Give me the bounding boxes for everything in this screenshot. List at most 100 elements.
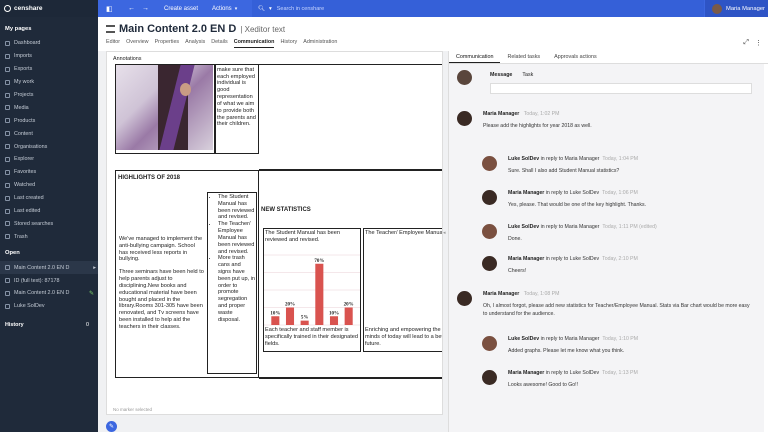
highlights-heading: HIGHLIGHTS OF 2018: [118, 175, 181, 181]
tab-history[interactable]: History: [280, 39, 297, 48]
highlights-body: We've managed to implement the anti-bull…: [119, 236, 203, 263]
history-section[interactable]: History 0: [0, 313, 98, 337]
communication-panel: Communication Related tasks Approvals acti…: [448, 51, 768, 432]
message-item: Maria Manager Today, 1:08 PM Oh, I almost…: [457, 291, 754, 319]
tab-editor[interactable]: Editor: [106, 39, 120, 48]
tab-analysis[interactable]: Analysis: [185, 39, 205, 48]
create-asset-button[interactable]: Create asset: [164, 0, 198, 17]
sidebar-item-projects[interactable]: Projects: [0, 89, 98, 102]
sidebar-item-content[interactable]: Content: [0, 127, 98, 140]
tab-details[interactable]: Details: [211, 39, 227, 48]
last-created-icon: [5, 195, 10, 201]
sidebar-item-trash[interactable]: Trash: [0, 230, 98, 243]
compose-avatar-row: [457, 70, 472, 85]
watched-icon: [5, 182, 10, 188]
stat1-caption: The Student Manual has been reviewed and…: [265, 230, 340, 243]
sidebar-item-last-created[interactable]: Last created: [0, 192, 98, 205]
last-edited-icon: [5, 208, 10, 214]
sidebar-item-label: Favorites: [14, 169, 37, 176]
panel-tab-related-tasks[interactable]: Related tasks: [500, 51, 547, 63]
censhare-logo[interactable]: censhare: [0, 0, 98, 17]
open-item-label: Main Content 2.0 EN D: [14, 264, 70, 271]
manual-bullet-item: The Teacher/ Employee Manual has been re…: [218, 221, 255, 255]
open-item-label: Main Content 2.0 EN D: [14, 290, 70, 297]
sidebar-item-stored-searches[interactable]: Stored searches: [0, 217, 98, 230]
sidebar-item-imports[interactable]: Imports: [0, 50, 98, 63]
sidebar-item-dashboard[interactable]: Dashboard: [0, 37, 98, 50]
header-tools: ⤢ ⋮: [743, 39, 762, 47]
message-tab[interactable]: Message: [490, 72, 512, 78]
dashboard-icon: [5, 40, 10, 46]
more-options-icon[interactable]: ⋮: [755, 39, 762, 47]
author-avatar: [482, 156, 497, 171]
compose-box: Message Task: [490, 72, 752, 102]
empty-cell-top: [259, 64, 442, 170]
message-time: Today, 1:08 PM: [523, 291, 560, 297]
sidebar-item-media[interactable]: Media: [0, 101, 98, 114]
sidebar-item-explorer[interactable]: Explorer: [0, 153, 98, 166]
task-tab[interactable]: Task: [522, 72, 533, 78]
open-item-main-content[interactable]: Main Content 2.0 EN D ▸: [0, 261, 98, 275]
message-item: Luke SolDev in reply to Maria Manager Tod…: [482, 156, 754, 176]
sidebar-item-watched[interactable]: Watched: [0, 179, 98, 192]
search-input[interactable]: 🔍︎ ▾ Search in censhare: [252, 0, 704, 17]
sidebar-item-favorites[interactable]: Favorites: [0, 166, 98, 179]
panel-tabs: Communication Related tasks Approvals acti…: [449, 51, 768, 64]
sidebar-item-my-work[interactable]: My work: [0, 76, 98, 89]
reply-to: in reply to Maria Manager: [540, 336, 600, 342]
message-item: Maria Manager in reply to Luke SolDev Tod…: [482, 256, 754, 276]
author-avatar: [482, 370, 497, 385]
sidebar-item-label: Explorer: [14, 156, 35, 163]
expand-icon[interactable]: ⤢: [743, 39, 749, 47]
message-input[interactable]: [490, 83, 752, 94]
search-dropdown-icon[interactable]: ▾: [269, 6, 272, 12]
message-time: Today, 1:10 PM: [602, 336, 639, 342]
user-menu[interactable]: Maria Manager: [705, 0, 768, 17]
sidebar-item-last-edited[interactable]: Last edited: [0, 205, 98, 218]
author-avatar: [482, 336, 497, 351]
panel-tab-approvals-actions[interactable]: Approvals actions: [547, 51, 604, 63]
sidebar-item-exports[interactable]: Exports: [0, 63, 98, 76]
open-item-search[interactable]: ID (full text): 87178: [0, 274, 98, 287]
text-document-icon: [106, 25, 115, 33]
edit-fab-button[interactable]: ✎: [106, 421, 117, 432]
message-bubble: Luke SolDev in reply to Maria Manager Tod…: [508, 336, 754, 356]
search-placeholder: Search in censhare: [276, 5, 325, 12]
open-item-main-content-edit[interactable]: Main Content 2.0 EN D ✎: [0, 287, 98, 300]
open-item-user[interactable]: Luke SolDev: [0, 300, 98, 313]
sidebar-item-label: Organisations: [14, 143, 48, 150]
stored-searches-icon: [5, 221, 10, 227]
text-cell-top: performance to make sure that each emplo…: [215, 64, 259, 154]
message-body: Oh, I almost forgot, please add new stat…: [483, 303, 750, 317]
logo-text: censhare: [14, 5, 43, 12]
performance-text: performance to make sure that each emplo…: [217, 65, 256, 128]
sidebar-item-products[interactable]: Products: [0, 114, 98, 127]
stat2-footer: Enriching and empowering the minds of to…: [365, 327, 443, 347]
edit-pencil-icon: ✎: [88, 290, 94, 297]
tab-administration[interactable]: Administration: [303, 39, 337, 48]
back-arrow-icon[interactable]: ←: [128, 0, 135, 17]
sidebar-item-organisations[interactable]: Organisations: [0, 140, 98, 153]
tab-overview[interactable]: Overview: [126, 39, 148, 48]
message-author: Luke SolDev: [508, 156, 540, 162]
panel-tab-communication[interactable]: Communication: [449, 51, 501, 63]
chart-data-label: 10%: [270, 311, 280, 316]
document-page[interactable]: performance to make sure that each emplo…: [113, 64, 443, 407]
message-time: Today, 1:13 PM: [602, 370, 638, 376]
message-time: Today, 1:11 PM (edited): [602, 224, 657, 230]
new-statistics-heading: NEW STATISTICS: [261, 207, 311, 213]
message-bubble: Maria Manager Today, 1:02 PM Please add t…: [483, 111, 754, 131]
manual-bullet-item: More trash cans and signs have been put …: [218, 255, 255, 323]
forward-arrow-icon[interactable]: →: [142, 0, 149, 17]
tab-communication[interactable]: Communication: [233, 39, 275, 48]
asset-tabs: Editor Overview Properties Analysis Details C…: [106, 39, 343, 48]
actions-menu-button[interactable]: Actions ▾: [212, 0, 237, 17]
author-avatar: [457, 111, 472, 126]
empty-cell-bottom: [259, 378, 442, 407]
text-asset-icon: [5, 265, 10, 271]
tab-properties[interactable]: Properties: [155, 39, 180, 48]
message-item: Luke SolDev in reply to Maria Manager Tod…: [482, 224, 754, 244]
reply-to: in reply to Luke SolDev: [545, 256, 600, 262]
collapse-handle-icon[interactable]: ◂: [443, 230, 446, 236]
panel-toggle-icon[interactable]: ◧: [106, 0, 113, 17]
